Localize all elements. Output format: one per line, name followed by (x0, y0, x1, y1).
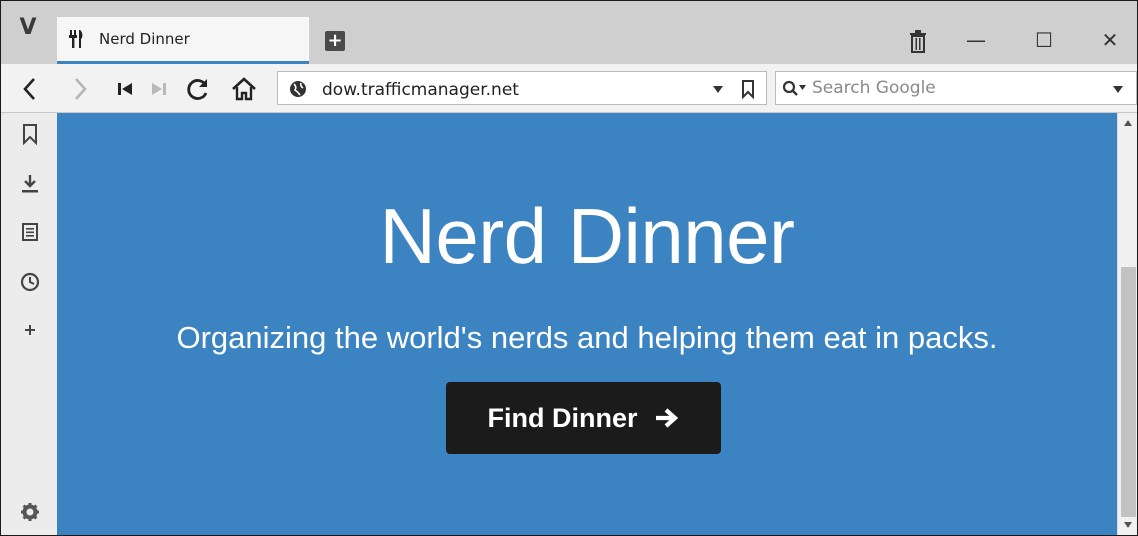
find-dinner-label: Find Dinner (487, 402, 638, 433)
reload-icon[interactable] (183, 74, 213, 104)
url-text[interactable]: dow.trafficmanager.net (322, 80, 519, 100)
settings-icon[interactable] (19, 501, 41, 523)
vivaldi-menu-button[interactable]: V (13, 13, 43, 43)
tab-nerd-dinner[interactable]: Nerd Dinner (57, 17, 309, 64)
forward-icon[interactable] (65, 74, 95, 104)
side-panel (1, 113, 57, 535)
tab-title: Nerd Dinner (99, 30, 190, 48)
navigation-bar: dow.trafficmanager.net (1, 64, 1137, 113)
bookmark-icon[interactable] (19, 123, 41, 145)
bookmark-icon[interactable] (740, 79, 756, 99)
trash-icon[interactable] (907, 29, 929, 53)
home-icon[interactable] (229, 74, 259, 104)
search-box[interactable] (775, 71, 1137, 105)
notes-icon[interactable] (19, 221, 41, 243)
rewind-icon[interactable] (111, 74, 141, 104)
scroll-up-icon[interactable] (1123, 119, 1133, 127)
search-engine-icon[interactable] (782, 80, 808, 98)
add-panel-icon[interactable] (19, 319, 41, 341)
fork-knife-icon (69, 30, 83, 48)
page-subtitle: Organizing the world's nerds and helping… (176, 320, 998, 355)
scroll-down-icon[interactable] (1123, 521, 1133, 529)
page-content: Nerd Dinner Organizing the world's nerds… (57, 113, 1117, 535)
back-icon[interactable] (15, 74, 45, 104)
arrow-right-icon (655, 408, 678, 428)
maximize-button[interactable]: ☐ (1029, 25, 1059, 55)
search-dropdown-icon[interactable] (1112, 84, 1124, 94)
new-tab-button[interactable]: + (325, 31, 345, 51)
minimize-button[interactable]: — (961, 25, 991, 55)
history-icon[interactable] (19, 271, 41, 293)
close-button[interactable]: ✕ (1095, 25, 1125, 55)
fast-forward-icon[interactable] (143, 74, 173, 104)
scrollbar-thumb[interactable] (1121, 267, 1136, 517)
address-bar[interactable]: dow.trafficmanager.net (277, 71, 767, 105)
find-dinner-button[interactable]: Find Dinner (446, 382, 721, 454)
dropdown-icon[interactable] (712, 84, 724, 94)
search-input[interactable] (812, 77, 1102, 99)
title-bar: V Nerd Dinner + — ☐ ✕ (1, 1, 1137, 64)
globe-icon (290, 81, 306, 97)
download-icon[interactable] (19, 173, 41, 195)
browser-window: V Nerd Dinner + — ☐ ✕ dow.trafficmanager… (0, 0, 1138, 536)
page-title: Nerd Dinner (379, 192, 795, 280)
scrollbar[interactable] (1117, 113, 1137, 535)
